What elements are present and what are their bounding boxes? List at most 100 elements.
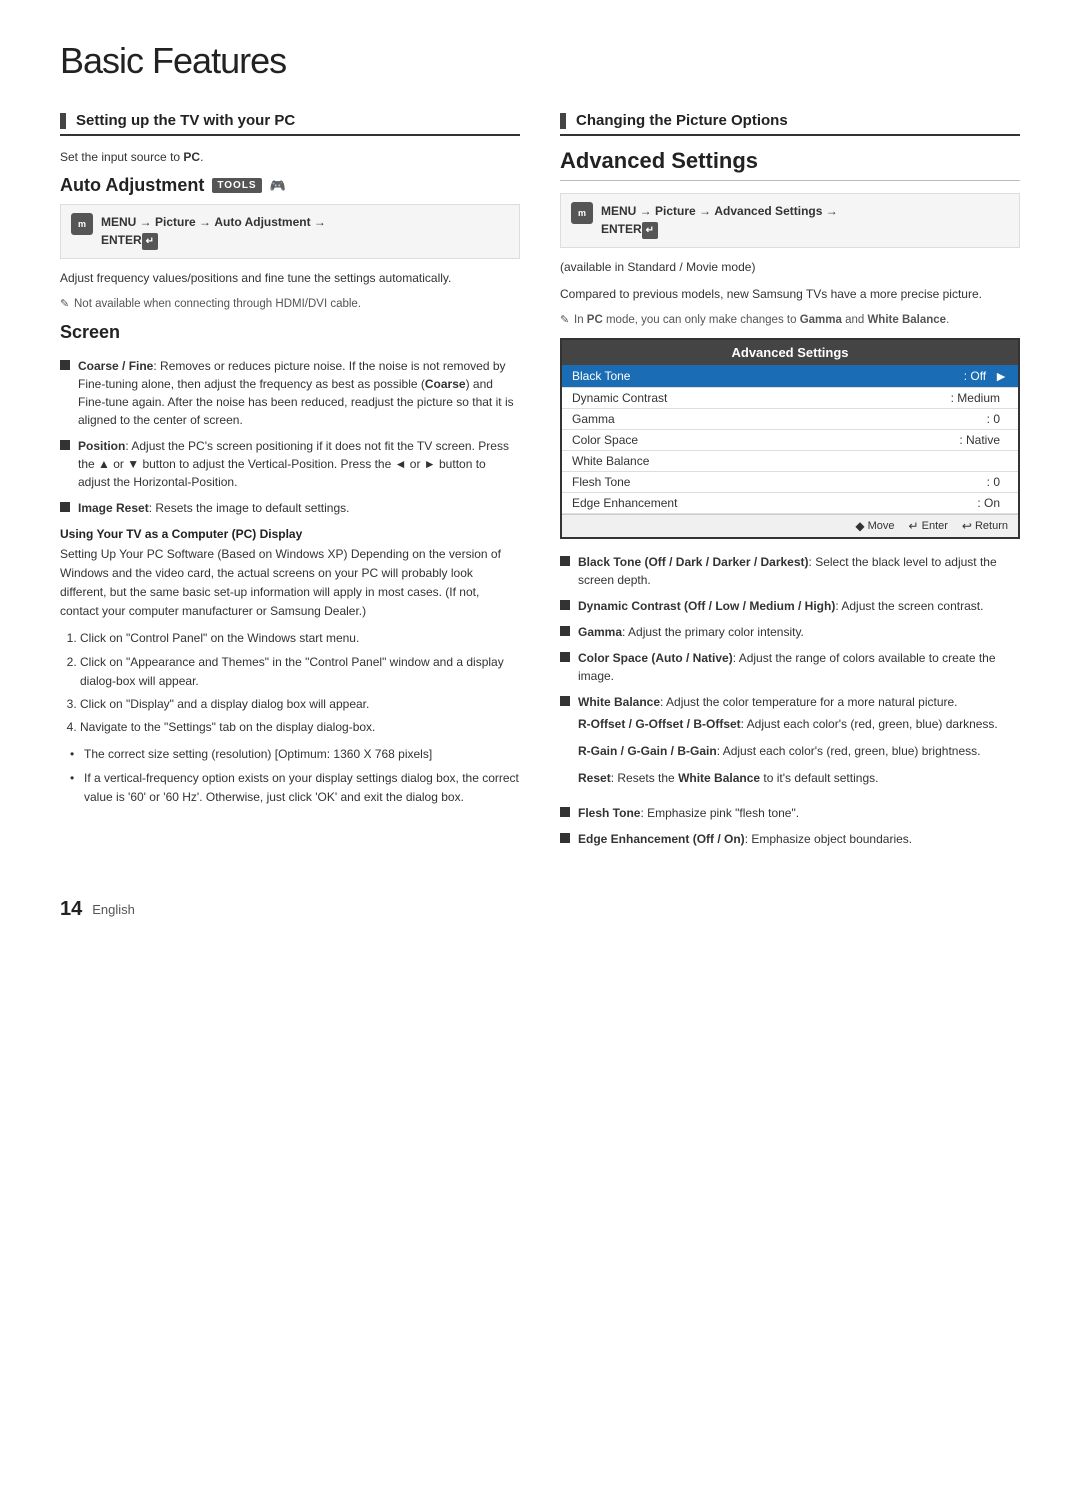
auto-adjustment-heading: Auto Adjustment TOOLS 🎮 [60,175,520,196]
remote-icon: 🎮 [270,178,286,194]
bullet-square [560,696,570,706]
row-label: Black Tone [572,369,964,383]
footer-enter: ↵ Enter [909,519,948,533]
bullet-square [560,652,570,662]
table-row: Color Space : Native [562,430,1018,451]
availability-note: (available in Standard / Movie mode) [560,258,1020,277]
row-value: : Medium [951,391,1000,405]
row-label: Color Space [572,433,959,447]
footer-return: ↩ Return [962,519,1008,533]
bullet-square [560,833,570,843]
screen-section-title: Screen [60,322,520,347]
left-section-heading: Setting up the TV with your PC [60,112,520,136]
table-footer: ◆ Move ↵ Enter ↩ Return [562,514,1018,537]
enter-key-right: ↵ [642,222,658,239]
page-title: Basic Features [60,40,1020,82]
bullet-text: Coarse / Fine: Removes or reduces pictur… [78,357,520,429]
adv-settings-menu-path: m MENU → Picture → Advanced Settings → E… [560,193,1020,248]
intro-text: Set the input source to PC. [60,148,520,167]
row-label: Gamma [572,412,987,426]
white-balance-content: White Balance: Adjust the color temperat… [578,693,998,797]
row-value: : On [977,496,1000,510]
list-item: Color Space (Auto / Native): Adjust the … [560,649,1020,685]
row-arrow: ► [994,368,1008,384]
bullet-text: Black Tone (Off / Dark / Darker / Darkes… [578,553,1020,589]
list-item: Position: Adjust the PC's screen positio… [60,437,520,491]
advanced-settings-title: Advanced Settings [560,148,758,174]
auto-adjustment-title: Auto Adjustment [60,175,204,196]
right-section-heading-text: Changing the Picture Options [576,112,788,129]
bullet-text: Color Space (Auto / Native): Adjust the … [578,649,1020,685]
list-item: Click on "Control Panel" on the Windows … [80,629,520,648]
row-value: : Off [964,369,986,383]
heading-bar [60,113,66,129]
row-value: : 0 [987,475,1000,489]
adv-note: In PC mode, you can only make changes to… [560,312,1020,329]
page-footer: 14 English [60,898,1020,921]
screen-bullet-list: Coarse / Fine: Removes or reduces pictur… [60,357,520,517]
table-header: Advanced Settings [562,340,1018,365]
list-item: The correct size setting (resolution) [O… [70,745,520,764]
adv-description: Compared to previous models, new Samsung… [560,285,1020,304]
menu-icon-right: m [571,202,593,224]
bullet-square [60,502,70,512]
bullet-text: Gamma: Adjust the primary color intensit… [578,623,804,641]
footer-move-label: Move [868,520,895,532]
row-value: : Native [959,433,1000,447]
row-label: Edge Enhancement [572,496,977,510]
table-row: Gamma : 0 [562,409,1018,430]
right-column: Changing the Picture Options Advanced Se… [560,112,1020,858]
pc-display-body: Setting Up Your PC Software (Based on Wi… [60,545,520,622]
bullet-text: White Balance: Adjust the color temperat… [578,695,958,709]
table-row: Black Tone : Off ► [562,365,1018,388]
table-row: White Balance [562,451,1018,472]
row-label: White Balance [572,454,1000,468]
auto-adjustment-menu-path: m MENU → Picture → Auto Adjustment → ENT… [60,204,520,259]
left-column: Setting up the TV with your PC Set the i… [60,112,520,858]
heading-bar [560,113,566,129]
footer-enter-label: Enter [922,520,948,532]
dot-items-list: The correct size setting (resolution) [O… [60,745,520,807]
bullet-square [560,626,570,636]
auto-adj-note: Not available when connecting through HD… [60,296,520,313]
list-item: White Balance: Adjust the color temperat… [560,693,1020,797]
right-section-heading: Changing the Picture Options [560,112,1020,136]
menu-path-text: MENU → Picture → Auto Adjustment → ENTER… [101,213,326,250]
adv-settings-bullets: Black Tone (Off / Dark / Darker / Darkes… [560,553,1020,849]
move-icon: ◆ [855,519,864,533]
list-item: Click on "Appearance and Themes" in the … [80,653,520,691]
list-item: Click on "Display" and a display dialog … [80,695,520,714]
page-number: 14 [60,898,82,921]
enter-icon: ↵ [909,519,919,533]
bullet-square [60,360,70,370]
table-row: Flesh Tone : 0 [562,472,1018,493]
wb-extra-1: R-Offset / G-Offset / B-Offset: Adjust e… [578,715,998,734]
bullet-square [560,807,570,817]
pc-display-heading: Using Your TV as a Computer (PC) Display [60,527,520,541]
list-item: Navigate to the "Settings" tab on the di… [80,718,520,737]
advanced-settings-table-wrapper: Advanced Settings Black Tone : Off ► Dyn… [560,338,1020,539]
advanced-settings-table: Advanced Settings Black Tone : Off ► Dyn… [560,338,1020,539]
bullet-text: Edge Enhancement (Off / On): Emphasize o… [578,830,912,848]
bullet-square [560,556,570,566]
list-item: Flesh Tone: Emphasize pink "flesh tone". [560,804,1020,822]
bullet-text: Dynamic Contrast (Off / Low / Medium / H… [578,597,983,615]
enter-key: ↵ [142,233,158,250]
footer-move: ◆ Move [855,519,894,533]
row-label: Flesh Tone [572,475,987,489]
row-label: Dynamic Contrast [572,391,951,405]
tools-badge: TOOLS [212,178,261,193]
wb-extra-3: Reset: Resets the White Balance to it's … [578,769,998,788]
list-item: Dynamic Contrast (Off / Low / Medium / H… [560,597,1020,615]
row-value: : 0 [987,412,1000,426]
menu-icon: m [71,213,93,235]
advanced-settings-heading: Advanced Settings [560,148,1020,181]
list-item: Image Reset: Resets the image to default… [60,499,520,517]
bullet-square [60,440,70,450]
footer-return-label: Return [975,520,1008,532]
list-item: Gamma: Adjust the primary color intensit… [560,623,1020,641]
adv-menu-path-text: MENU → Picture → Advanced Settings → ENT… [601,202,838,239]
bullet-text: Position: Adjust the PC's screen positio… [78,437,520,491]
bullet-text: Flesh Tone: Emphasize pink "flesh tone". [578,804,799,822]
left-section-heading-text: Setting up the TV with your PC [76,112,295,129]
